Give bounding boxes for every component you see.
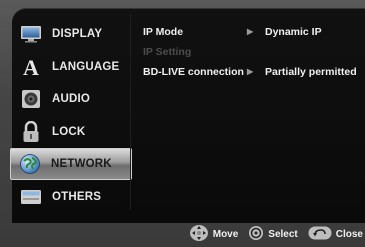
display-icon [20,23,42,45]
setting-row-bd-live[interactable]: BD-LIVE connection ▶ Partially permitted [143,66,365,86]
audio-icon [20,88,42,110]
setting-label: IP Mode [143,26,184,38]
select-button-icon [248,225,268,244]
sidebar-item-label: LANGUAGE [52,60,120,73]
hint-close: Close [308,226,363,243]
svg-text:A: A [23,56,39,78]
sidebar-item-others[interactable]: OTHERS [12,181,130,213]
sidebar-item-label: LOCK [52,125,86,138]
arrow-right-icon: ▶ [247,67,254,76]
setting-row-ip-setting: IP Setting [143,46,365,66]
control-hints: Move Select Close [179,224,363,245]
return-button-icon [308,226,336,243]
network-icon [19,153,41,175]
sidebar-item-audio[interactable]: AUDIO [12,83,130,115]
setting-value: Dynamic IP [265,26,322,38]
setting-label: BD-LIVE connection [143,66,244,78]
sidebar-item-lock[interactable]: LOCK [12,116,130,148]
sidebar-item-language[interactable]: A LANGUAGE [12,51,130,83]
others-icon [20,186,42,208]
setting-value: Partially permitted [265,66,357,78]
setting-row-ip-mode[interactable]: IP Mode ▶ Dynamic IP [143,26,365,46]
hint-label: Close [335,228,363,240]
sidebar-item-network[interactable]: NETWORK [10,148,132,180]
lock-icon [20,120,42,143]
setup-sidebar: DISPLAY A LANGUAGE AUDIO LOCK NETWORK OT… [10,18,132,213]
hint-move: Move [189,224,239,245]
sidebar-item-label: OTHERS [52,190,102,203]
hint-select: Select [248,225,298,244]
sidebar-item-label: NETWORK [51,158,112,170]
setup-screen: DISPLAY A LANGUAGE AUDIO LOCK NETWORK OT… [0,0,365,247]
sidebar-item-label: AUDIO [52,93,91,105]
panel-divider [130,14,131,210]
sidebar-item-label: DISPLAY [52,28,103,40]
language-icon: A [20,56,42,78]
dpad-icon [189,224,213,245]
sidebar-item-display[interactable]: DISPLAY [12,18,130,50]
setting-label: IP Setting [143,46,192,58]
arrow-right-icon: ▶ [247,27,254,36]
network-settings: IP Mode ▶ Dynamic IP IP Setting BD-LIVE … [143,26,365,86]
hint-label: Move [212,228,239,240]
hint-label: Select [268,228,298,240]
